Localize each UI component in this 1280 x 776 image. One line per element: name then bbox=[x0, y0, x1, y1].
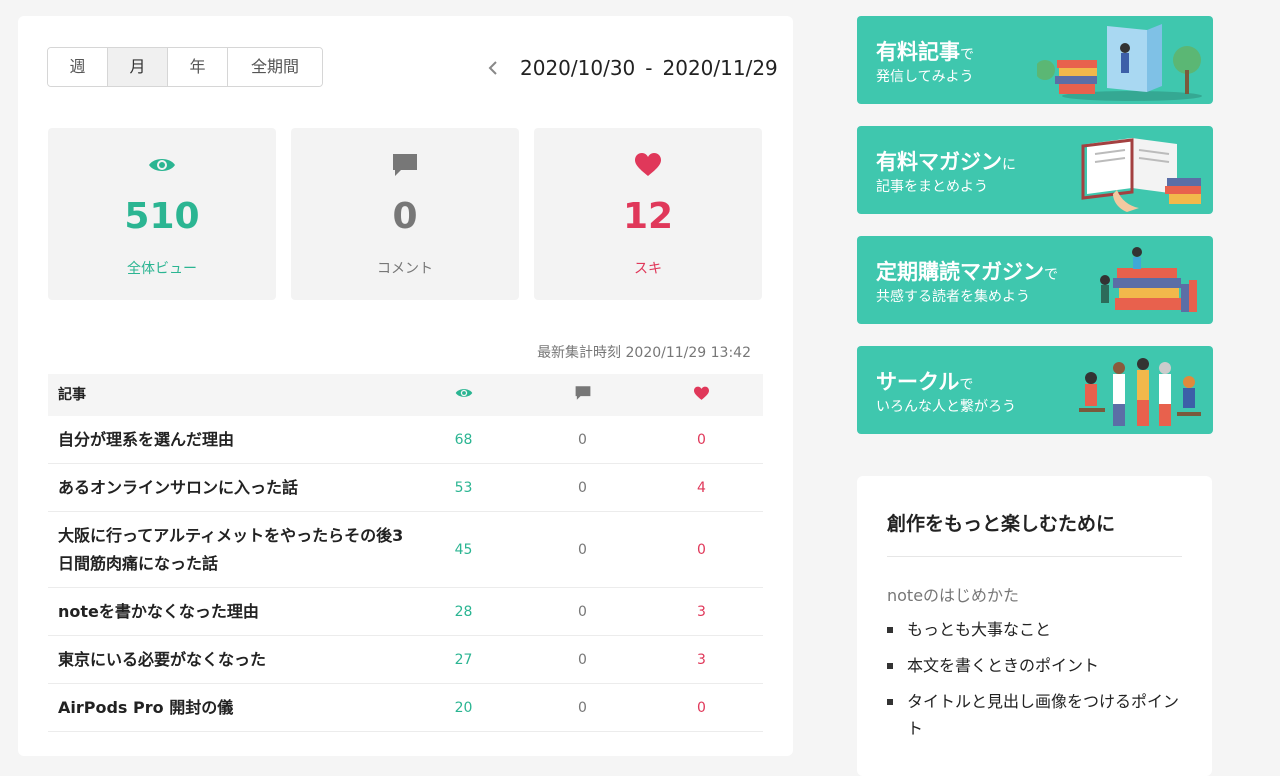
banner-subtitle: いろんな人と繋がろう bbox=[876, 399, 1016, 415]
article-likes: 3 bbox=[697, 603, 706, 620]
period-tabs: 週 月 年 全期間 bbox=[47, 47, 323, 87]
banner-paid-article[interactable]: 有料記事で 発信してみよう bbox=[857, 16, 1213, 104]
stat-card-likes: 12 スキ bbox=[534, 128, 762, 300]
banner-circle[interactable]: サークルで いろんな人と繋がろう bbox=[857, 346, 1213, 434]
banner-subtitle: 発信してみよう bbox=[876, 69, 974, 85]
banner-title: 定期購読マガジン bbox=[876, 260, 1044, 284]
banner-subscription-magazine[interactable]: 定期購読マガジンで 共感する読者を集めよう bbox=[857, 236, 1213, 324]
article-views: 45 bbox=[454, 541, 473, 558]
banner-title-suffix: で bbox=[960, 47, 974, 63]
heart-icon bbox=[534, 152, 762, 178]
article-title[interactable]: noteを書かなくなった理由 bbox=[48, 598, 404, 626]
divider bbox=[887, 556, 1182, 557]
article-likes: 0 bbox=[697, 541, 706, 558]
views-column-icon bbox=[404, 386, 523, 404]
table-row[interactable]: 東京にいる必要がなくなった 27 0 3 bbox=[48, 636, 763, 684]
article-likes: 0 bbox=[697, 699, 706, 716]
table-row[interactable]: AirPods Pro 開封の儀 20 0 0 bbox=[48, 684, 763, 732]
last-updated: 最新集計時刻 2020/11/29 13:42 bbox=[537, 345, 751, 361]
banner-title-suffix: で bbox=[1044, 267, 1058, 283]
article-views: 27 bbox=[454, 651, 473, 668]
date-separator: - bbox=[645, 56, 653, 80]
column-title: 記事 bbox=[58, 387, 86, 403]
chevron-left-icon[interactable] bbox=[486, 60, 502, 76]
open-book-illustration-icon bbox=[1081, 138, 1201, 212]
banner-title-suffix: で bbox=[959, 377, 974, 393]
date-end: 2020/11/29 bbox=[662, 56, 778, 80]
article-likes: 0 bbox=[697, 431, 706, 448]
comment-icon bbox=[291, 152, 519, 178]
article-title[interactable]: あるオンラインサロンに入った話 bbox=[48, 474, 404, 502]
article-comments: 0 bbox=[578, 541, 587, 558]
article-title[interactable]: 自分が理系を選んだ理由 bbox=[48, 426, 404, 454]
book-illustration-icon bbox=[1037, 24, 1202, 101]
banner-title: 有料マガジン bbox=[876, 150, 1002, 174]
article-title[interactable]: 東京にいる必要がなくなった bbox=[48, 646, 404, 674]
guide-subtitle: noteのはじめかた bbox=[887, 586, 1020, 605]
views-label: 全体ビュー bbox=[127, 261, 197, 277]
table-header: 記事 bbox=[48, 374, 763, 416]
article-likes: 3 bbox=[697, 651, 706, 668]
article-views: 53 bbox=[454, 479, 473, 496]
article-comments: 0 bbox=[578, 479, 587, 496]
people-illustration-icon bbox=[1079, 358, 1201, 426]
tab-month[interactable]: 月 bbox=[108, 48, 168, 86]
article-comments: 0 bbox=[578, 699, 587, 716]
guide-list: もっとも大事なこと 本文を書くときのポイント タイトルと見出し画像をつけるポイン… bbox=[887, 616, 1187, 751]
article-views: 28 bbox=[454, 603, 473, 620]
comments-total: 0 bbox=[392, 196, 418, 237]
comments-label: コメント bbox=[377, 261, 433, 277]
article-title[interactable]: 大阪に行ってアルティメットをやったらその後3日間筋肉痛になった話 bbox=[48, 522, 404, 578]
article-comments: 0 bbox=[578, 431, 587, 448]
date-start: 2020/10/30 bbox=[520, 56, 636, 80]
tab-year[interactable]: 年 bbox=[168, 48, 228, 86]
likes-label: スキ bbox=[634, 261, 662, 277]
banner-subtitle: 記事をまとめよう bbox=[876, 179, 988, 195]
stat-card-comments: 0 コメント bbox=[291, 128, 519, 300]
views-total: 510 bbox=[124, 196, 200, 237]
guide-link[interactable]: タイトルと見出し画像をつけるポイント bbox=[887, 688, 1187, 742]
guide-card: 創作をもっと楽しむために noteのはじめかた もっとも大事なこと 本文を書くと… bbox=[857, 476, 1212, 776]
article-views: 68 bbox=[454, 431, 473, 448]
banner-title: サークル bbox=[876, 370, 960, 394]
comments-column-icon bbox=[523, 385, 642, 405]
eye-icon bbox=[48, 152, 276, 178]
likes-column-icon bbox=[642, 386, 761, 405]
table-row[interactable]: noteを書かなくなった理由 28 0 3 bbox=[48, 588, 763, 636]
article-title[interactable]: AirPods Pro 開封の儀 bbox=[48, 694, 404, 722]
article-likes: 4 bbox=[697, 479, 706, 496]
stats-panel: 週 月 年 全期間 2020/10/30 - 2020/11/29 510 全体… bbox=[18, 16, 793, 756]
banner-paid-magazine[interactable]: 有料マガジンに 記事をまとめよう bbox=[857, 126, 1213, 214]
tab-week[interactable]: 週 bbox=[48, 48, 108, 86]
guide-title: 創作をもっと楽しむために bbox=[887, 513, 1116, 535]
banner-title-suffix: に bbox=[1002, 157, 1016, 173]
banner-subtitle: 共感する読者を集めよう bbox=[876, 289, 1030, 305]
table-row[interactable]: あるオンラインサロンに入った話 53 0 4 bbox=[48, 464, 763, 512]
article-views: 20 bbox=[454, 699, 473, 716]
table-row[interactable]: 自分が理系を選んだ理由 68 0 0 bbox=[48, 416, 763, 464]
article-comments: 0 bbox=[578, 603, 587, 620]
stat-card-views: 510 全体ビュー bbox=[48, 128, 276, 300]
guide-link[interactable]: もっとも大事なこと bbox=[887, 616, 1187, 643]
table-row[interactable]: 大阪に行ってアルティメットをやったらその後3日間筋肉痛になった話 45 0 0 bbox=[48, 512, 763, 588]
banner-title: 有料記事 bbox=[876, 40, 960, 64]
likes-total: 12 bbox=[622, 196, 674, 237]
date-range: 2020/10/30 - 2020/11/29 bbox=[486, 54, 778, 82]
guide-link[interactable]: 本文を書くときのポイント bbox=[887, 652, 1187, 679]
article-comments: 0 bbox=[578, 651, 587, 668]
articles-table: 記事 自分が理系を選んだ理由 68 0 0 あるオンラインサロンに入った話 53… bbox=[48, 374, 763, 732]
tab-all-time[interactable]: 全期間 bbox=[228, 48, 322, 86]
book-stack-illustration-icon bbox=[1100, 247, 1197, 312]
